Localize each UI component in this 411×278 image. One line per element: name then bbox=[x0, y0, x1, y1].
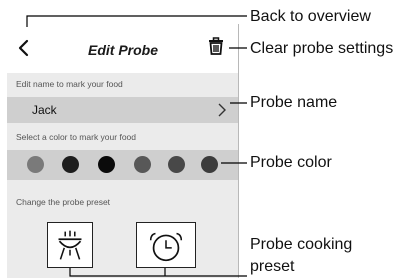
preset-section-label: Change the probe preset bbox=[16, 197, 111, 207]
alarm-clock-icon bbox=[149, 232, 183, 262]
trash-icon[interactable] bbox=[206, 36, 226, 56]
callout-clear: Clear probe settings bbox=[250, 40, 394, 57]
callout-color: Probe color bbox=[250, 154, 332, 171]
preset-timer-button[interactable] bbox=[136, 222, 196, 268]
probe-name-value: Jack bbox=[32, 103, 57, 117]
color-swatch-3[interactable] bbox=[98, 156, 115, 173]
preset-grill-button[interactable] bbox=[47, 222, 93, 268]
color-swatch-2[interactable] bbox=[62, 156, 79, 173]
chevron-right-icon bbox=[218, 103, 226, 117]
color-swatch-1[interactable] bbox=[27, 156, 44, 173]
probe-color-selector bbox=[7, 150, 238, 180]
color-swatch-4[interactable] bbox=[134, 156, 151, 173]
callout-preset-line2: preset bbox=[250, 258, 295, 275]
grill-icon bbox=[58, 230, 82, 260]
callout-name: Probe name bbox=[250, 94, 338, 111]
screen-header: Edit Probe bbox=[7, 24, 238, 73]
callout-back: Back to overview bbox=[250, 8, 371, 25]
color-section-label: Select a color to mark your food bbox=[16, 132, 137, 142]
callout-preset-line1: Probe cooking bbox=[250, 236, 353, 253]
probe-name-field[interactable]: Jack bbox=[7, 97, 238, 123]
probe-edit-screen: Edit Probe Edit name to mark your food J… bbox=[7, 24, 239, 278]
color-swatch-5[interactable] bbox=[168, 156, 185, 173]
color-swatch-6[interactable] bbox=[201, 156, 218, 173]
name-section-label: Edit name to mark your food bbox=[16, 79, 123, 89]
page-title: Edit Probe bbox=[87, 42, 158, 58]
back-arrow-icon[interactable] bbox=[15, 38, 35, 58]
